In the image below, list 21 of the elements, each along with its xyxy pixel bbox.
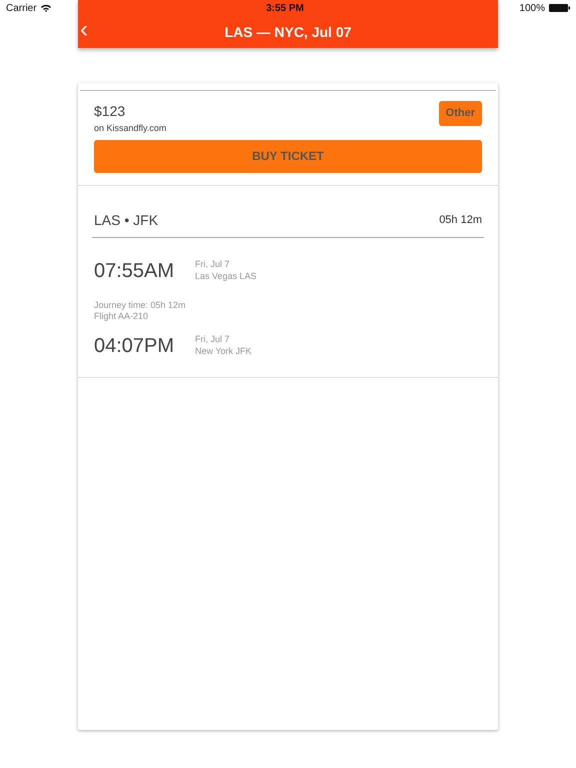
carrier-label: Carrier — [6, 2, 37, 16]
price-label: $123 — [94, 102, 126, 121]
journey-info: Journey time: 05h 12m — [94, 300, 187, 312]
journey-info: Flight AA-210 — [94, 311, 150, 323]
airport-label: Las Vegas LAS — [195, 270, 257, 282]
date-label: Fri, Jul 7 — [195, 334, 231, 346]
date-label: Fri, Jul 7 — [195, 258, 231, 270]
airport-label: New York JFK — [195, 346, 252, 358]
clock: 3:55 PM — [265, 2, 305, 16]
back-button[interactable]: ‹ — [80, 18, 88, 44]
buy-ticket-button[interactable]: BUY TICKET — [94, 140, 482, 172]
wifi-icon — [40, 4, 51, 12]
screen-title: LAS — NYC, Jul 07 — [224, 22, 352, 42]
duration-label: 05h 12m — [439, 212, 482, 228]
time-label: 04:07PM — [94, 334, 176, 359]
agency-tag[interactable]: Other — [438, 101, 482, 126]
route-label: LAS • JFK — [94, 210, 158, 230]
battery-icon — [549, 4, 570, 12]
battery-label: 100% — [519, 2, 545, 16]
time-label: 07:55AM — [94, 258, 176, 284]
source-label: on Kissandfly.com — [94, 122, 166, 135]
